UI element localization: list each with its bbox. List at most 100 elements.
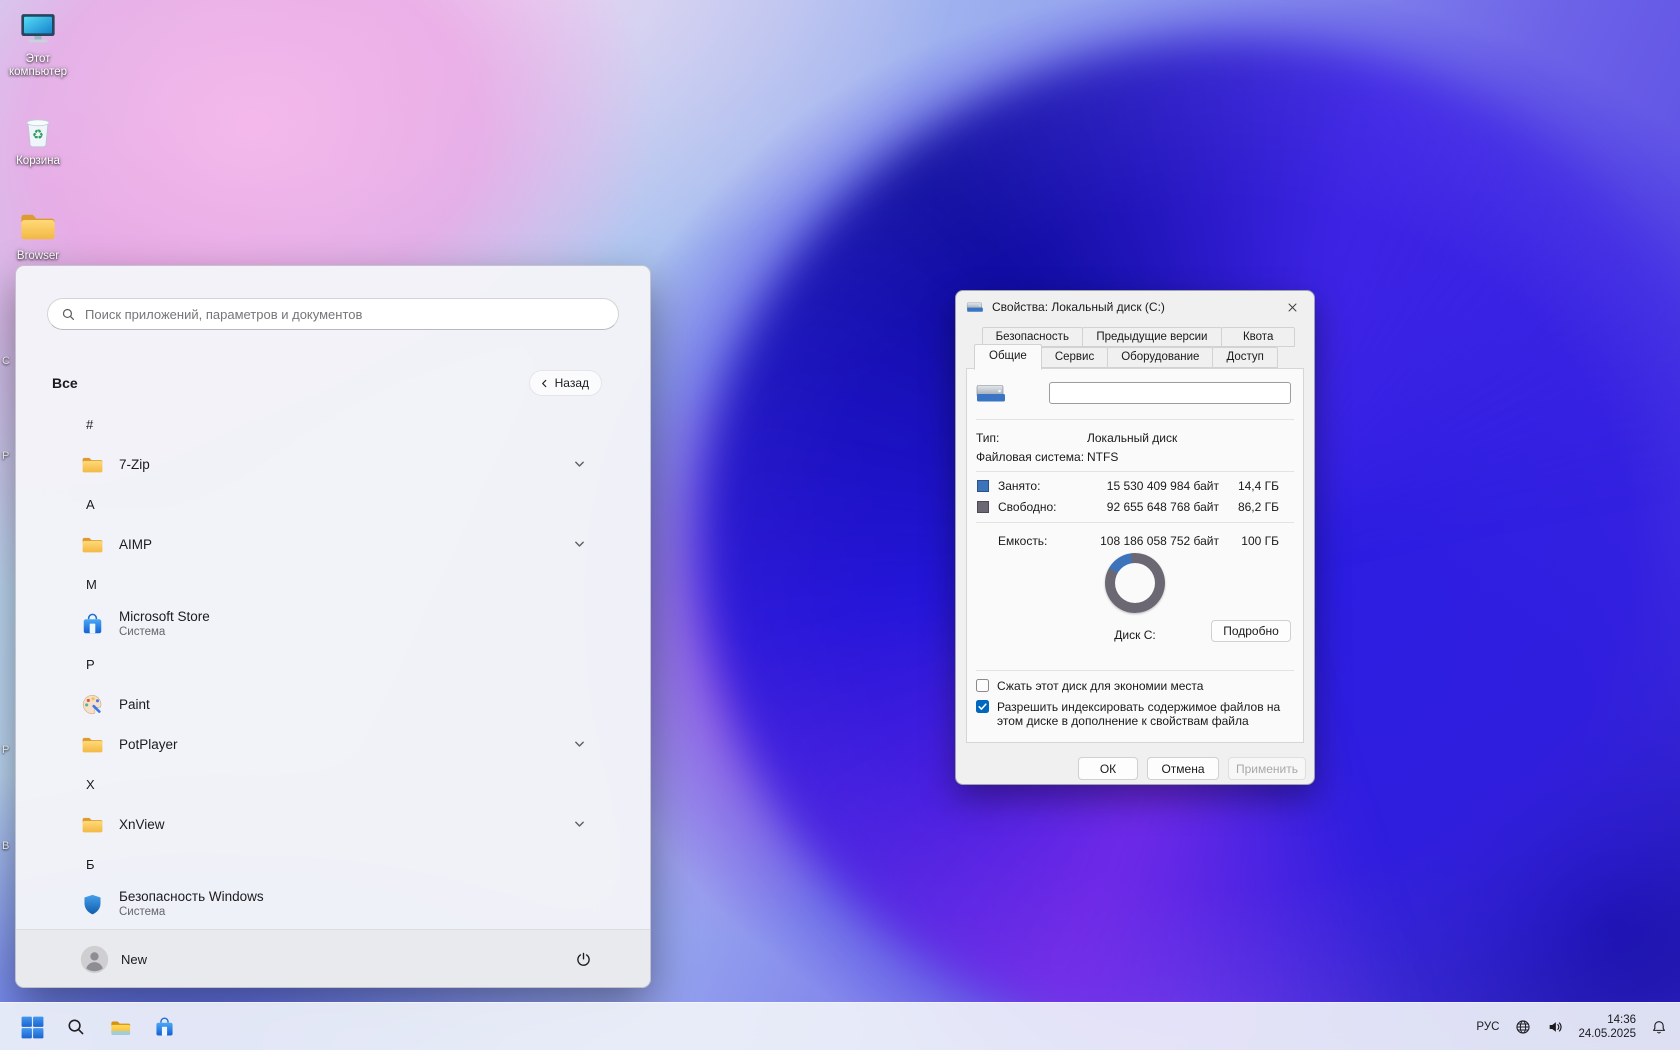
compress-drive-checkbox[interactable]: Сжать этот диск для экономии места	[976, 679, 1295, 693]
chevron-down-icon[interactable]	[573, 538, 586, 551]
all-apps-list: # 7-Zip A AIMP M Microsoft Store Система	[52, 404, 602, 924]
taskbar: РУС 14:36 24.05.2025	[0, 1002, 1680, 1050]
folder-icon	[80, 812, 105, 837]
start-button[interactable]	[12, 1007, 52, 1047]
start-menu: Все Назад # 7-Zip A AIMP M	[15, 265, 651, 988]
tray-date: 24.05.2025	[1578, 1028, 1636, 1041]
close-button[interactable]	[1275, 294, 1309, 320]
desktop-icon-label-fragment: В	[2, 840, 9, 852]
tab-previous-versions[interactable]: Предыдущие версии	[1082, 327, 1223, 347]
desktop-icon-label: Browser	[17, 250, 59, 263]
microsoft-store-button[interactable]	[144, 1007, 184, 1047]
field-value: Локальный диск	[1087, 431, 1177, 445]
details-button[interactable]: Подробно	[1211, 620, 1291, 642]
free-space-row: Свободно: 92 655 648 768 байт 86,2 ГБ	[976, 500, 1303, 516]
checkbox-label: Сжать этот диск для экономии места	[997, 679, 1203, 693]
app-item-potplayer[interactable]: PotPlayer	[52, 724, 602, 764]
free-bytes: 92 655 648 768 байт	[1107, 500, 1219, 514]
tab-row-front: Общие Сервис Оборудование Доступ	[974, 347, 1277, 368]
capacity-bytes: 108 186 058 752 байт	[1100, 534, 1219, 548]
ok-button[interactable]: ОК	[1078, 757, 1138, 780]
desktop-icon-recycle-bin[interactable]: Корзина	[0, 110, 76, 168]
used-color-swatch	[977, 480, 989, 492]
tab-hardware[interactable]: Оборудование	[1107, 347, 1213, 368]
drive-icon	[966, 300, 984, 314]
properties-dialog: Свойства: Локальный диск (C:) Безопаснос…	[955, 290, 1315, 785]
folder-icon	[80, 452, 105, 477]
checkbox-checked	[976, 700, 989, 713]
desktop-icon-label-fragment: C	[2, 355, 10, 367]
desktop-icon-browser-folder[interactable]: Browser	[0, 205, 76, 263]
separator	[976, 471, 1294, 472]
app-item-7zip[interactable]: 7-Zip	[52, 444, 602, 484]
app-section-letter[interactable]: A	[52, 484, 602, 524]
power-button[interactable]	[564, 941, 602, 977]
cancel-button[interactable]: Отмена	[1147, 757, 1219, 780]
search-icon	[66, 1017, 86, 1037]
free-size: 86,2 ГБ	[1238, 500, 1279, 514]
user-profile-button[interactable]: New	[80, 941, 147, 977]
used-bytes: 15 530 409 984 байт	[1107, 479, 1219, 493]
app-item-label: XnView	[119, 817, 165, 832]
field-label: Файловая система:	[976, 450, 1084, 464]
tray-time: 14:36	[1607, 1014, 1636, 1027]
language-indicator[interactable]: РУС	[1471, 1007, 1504, 1047]
field-label: Тип:	[976, 431, 999, 445]
folder-icon	[80, 732, 105, 757]
general-tab-panel: Тип: Локальный диск Файловая система: NT…	[966, 368, 1304, 743]
tab-access[interactable]: Доступ	[1212, 347, 1277, 368]
desktop-icon-label-fragment: Р	[2, 450, 9, 462]
back-button[interactable]: Назад	[529, 370, 602, 396]
allow-indexing-checkbox[interactable]: Разрешить индексировать содержимое файло…	[976, 700, 1295, 728]
file-explorer-button[interactable]	[100, 1007, 140, 1047]
app-section-letter[interactable]: #	[52, 404, 602, 444]
field-value: NTFS	[1087, 450, 1118, 464]
app-item-xnview[interactable]: XnView	[52, 804, 602, 844]
start-search-box[interactable]	[47, 298, 619, 330]
tab-quota[interactable]: Квота	[1221, 327, 1295, 347]
drive-icon-large	[975, 380, 1007, 406]
chevron-down-icon[interactable]	[573, 818, 586, 831]
chevron-down-icon[interactable]	[573, 458, 586, 471]
desktop-icon-label: Корзина	[16, 155, 60, 168]
app-section-letter[interactable]: Б	[52, 844, 602, 884]
tab-tools[interactable]: Сервис	[1041, 347, 1108, 368]
tab-general[interactable]: Общие	[974, 344, 1042, 370]
start-search-input[interactable]	[85, 307, 605, 322]
app-item-aimp[interactable]: AIMP	[52, 524, 602, 564]
app-item-label: Безопасность Windows	[119, 889, 264, 905]
check-icon	[977, 701, 988, 712]
taskbar-apps	[12, 1007, 184, 1047]
file-system-row: Файловая система: NTFS	[976, 450, 1293, 466]
field-label: Свободно:	[998, 500, 1057, 514]
app-item-microsoft-store[interactable]: Microsoft Store Система	[52, 604, 602, 644]
network-globe-icon	[1515, 1019, 1531, 1035]
volume-button[interactable]	[1542, 1007, 1568, 1047]
speaker-icon	[1547, 1019, 1563, 1035]
bell-icon	[1651, 1019, 1667, 1035]
chevron-left-icon	[539, 378, 550, 389]
user-avatar-icon	[80, 945, 109, 974]
app-section-letter[interactable]: M	[52, 564, 602, 604]
apply-button[interactable]: Применить	[1228, 757, 1306, 780]
notification-button[interactable]	[1646, 1007, 1672, 1047]
network-button[interactable]	[1510, 1007, 1536, 1047]
app-item-sublabel: Система	[119, 626, 210, 639]
this-pc-icon	[17, 8, 59, 50]
app-item-paint[interactable]: Paint	[52, 684, 602, 724]
capacity-size: 100 ГБ	[1241, 534, 1279, 548]
app-section-letter[interactable]: P	[52, 644, 602, 684]
app-item-label: AIMP	[119, 537, 152, 552]
clock[interactable]: 14:36 24.05.2025	[1574, 1014, 1640, 1041]
app-item-windows-security[interactable]: Безопасность Windows Система	[52, 884, 602, 924]
desktop-icon-this-pc[interactable]: Этот компьютер	[0, 8, 76, 79]
chevron-down-icon[interactable]	[573, 738, 586, 751]
separator	[976, 419, 1294, 420]
microsoft-store-icon	[80, 612, 105, 637]
recycle-bin-icon	[17, 110, 59, 152]
dialog-titlebar[interactable]: Свойства: Локальный диск (C:)	[956, 291, 1314, 323]
app-section-letter[interactable]: X	[52, 764, 602, 804]
taskbar-search-button[interactable]	[56, 1007, 96, 1047]
paint-icon	[80, 692, 105, 717]
volume-label-input[interactable]	[1049, 382, 1291, 404]
